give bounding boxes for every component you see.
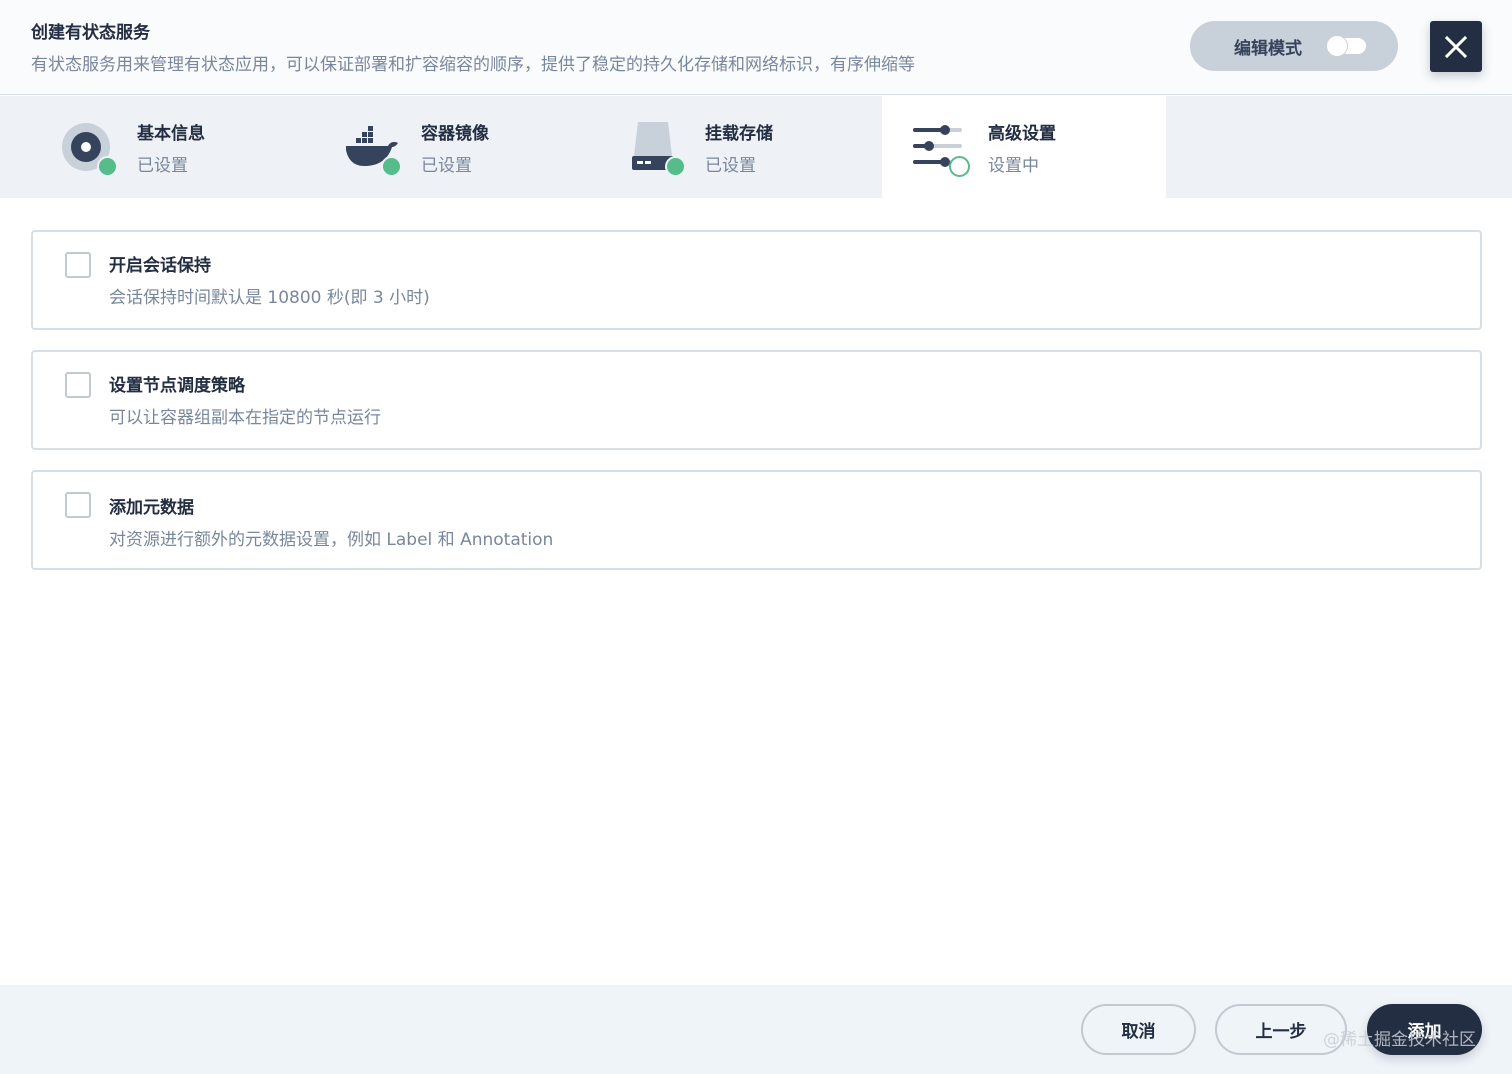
option-session-affinity[interactable]: 开启会话保持 会话保持时间默认是 10800 秒(即 3 小时)	[31, 230, 1482, 330]
option-description: 会话保持时间默认是 10800 秒(即 3 小时)	[109, 288, 430, 308]
step-mount-storage[interactable]: 挂载存储 已设置	[568, 96, 852, 198]
step-title: 容器镜像	[421, 124, 489, 144]
sliders-icon	[912, 120, 970, 177]
step-status: 设置中	[988, 156, 1039, 176]
option-description: 可以让容器组副本在指定的节点运行	[109, 408, 381, 428]
step-title: 挂载存储	[705, 124, 773, 144]
edit-mode-switch[interactable]	[1327, 36, 1366, 56]
switch-knob	[1327, 36, 1347, 56]
metadata-checkbox[interactable]	[65, 492, 91, 518]
step-done-badge	[97, 156, 118, 177]
option-title: 设置节点调度策略	[109, 376, 245, 396]
option-description: 对资源进行额外的元数据设置，例如 Label 和 Annotation	[109, 530, 554, 550]
step-done-badge	[381, 156, 402, 177]
step-container-image[interactable]: 容器镜像 已设置	[284, 96, 568, 198]
edit-mode-label: 编辑模式	[1234, 38, 1302, 59]
close-button[interactable]	[1430, 21, 1482, 72]
close-icon	[1444, 35, 1468, 58]
modal-description: 有状态服务用来管理有状态应用，可以保证部署和扩容缩容的顺序，提供了稳定的持久化存…	[31, 55, 915, 75]
add-button[interactable]: 添加	[1367, 1004, 1482, 1055]
option-title: 添加元数据	[109, 498, 194, 518]
step-status: 已设置	[421, 156, 472, 176]
session-affinity-checkbox[interactable]	[65, 252, 91, 278]
cancel-button[interactable]: 取消	[1081, 1004, 1196, 1055]
option-node-scheduling[interactable]: 设置节点调度策略 可以让容器组副本在指定的节点运行	[31, 350, 1482, 450]
step-status: 已设置	[705, 156, 756, 176]
option-title: 开启会话保持	[109, 256, 211, 276]
previous-step-button[interactable]: 上一步	[1215, 1004, 1347, 1055]
basic-info-icon	[60, 120, 118, 177]
step-status: 已设置	[137, 156, 188, 176]
option-metadata[interactable]: 添加元数据 对资源进行额外的元数据设置，例如 Label 和 Annotatio…	[31, 470, 1482, 570]
wizard-steps: 基本信息 已设置 容器镜像 已设置 挂载存储 已设置 高级设置 设置中	[0, 96, 1512, 198]
step-basic-info[interactable]: 基本信息 已设置	[0, 96, 284, 198]
modal-footer: 取消 上一步 添加	[0, 985, 1512, 1074]
step-title: 高级设置	[988, 124, 1056, 144]
step-in-progress-badge	[949, 156, 970, 177]
node-scheduling-checkbox[interactable]	[65, 372, 91, 398]
step-title: 基本信息	[137, 124, 205, 144]
edit-mode-toggle[interactable]: 编辑模式	[1190, 21, 1398, 71]
docker-icon	[344, 120, 402, 177]
storage-icon	[628, 120, 686, 177]
step-advanced-settings[interactable]: 高级设置 设置中	[882, 96, 1166, 198]
step-done-badge	[665, 156, 686, 177]
modal-title: 创建有状态服务	[31, 23, 150, 43]
modal-header: 创建有状态服务 有状态服务用来管理有状态应用，可以保证部署和扩容缩容的顺序，提供…	[0, 0, 1512, 95]
